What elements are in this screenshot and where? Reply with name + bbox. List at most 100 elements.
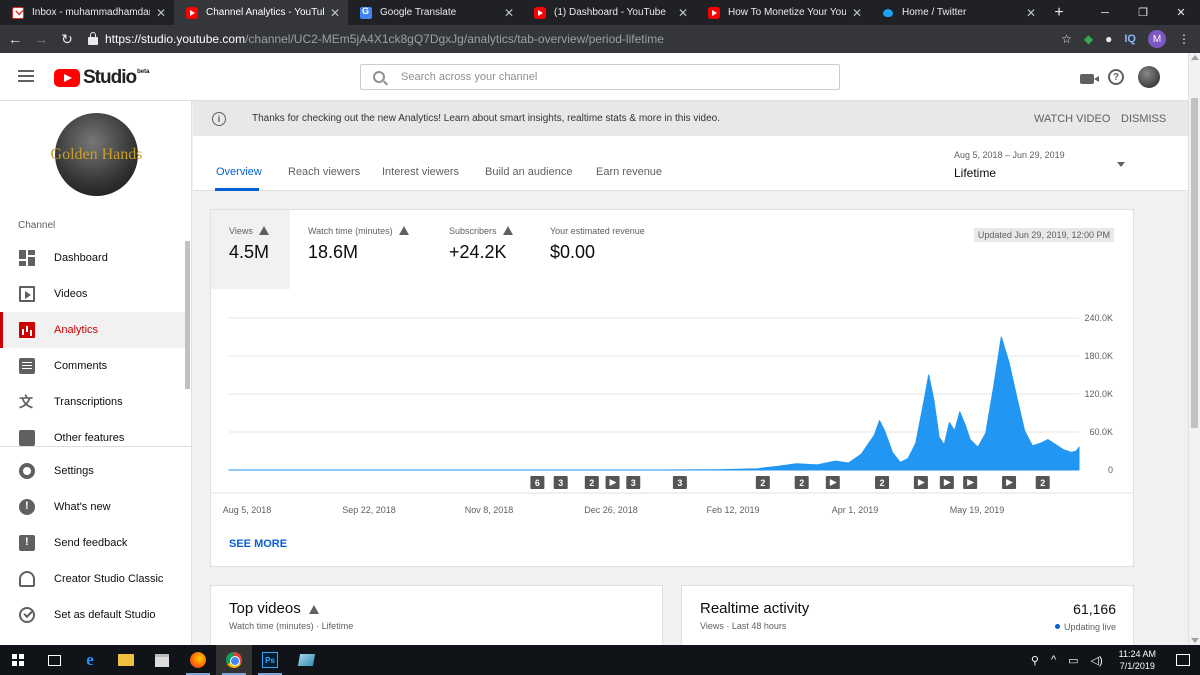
close-tab-icon[interactable]: ✕	[852, 6, 862, 20]
metric-views[interactable]: Views 4.5M	[211, 210, 290, 289]
task-view-button[interactable]	[36, 645, 72, 675]
close-tab-icon[interactable]: ✕	[504, 6, 514, 20]
close-window-button[interactable]: ✕	[1162, 0, 1200, 25]
tab-reach-viewers[interactable]: Reach viewers	[288, 166, 360, 178]
restore-button[interactable]: ❐	[1124, 0, 1162, 25]
search-box[interactable]	[360, 64, 840, 90]
extension-icon[interactable]: ◆	[1084, 32, 1093, 46]
url-field[interactable]: https://studio.youtube.com/channel/UC2-M…	[88, 30, 1088, 48]
iq-extension-icon[interactable]: IQ	[1124, 33, 1136, 45]
browser-tab-gmail[interactable]: Inbox - muhammadhamdanmalik@gmail.com✕	[0, 0, 174, 25]
channel-avatar[interactable]: Golden Hands	[51, 113, 143, 196]
browser-tab-translate[interactable]: Google Translate✕	[348, 0, 522, 25]
studio-header: Studiobeta ?	[0, 53, 1188, 101]
chevron-down-icon[interactable]	[1117, 162, 1125, 167]
y-tick-label: 180.0K	[1084, 351, 1113, 361]
event-marker-count: 2	[760, 478, 765, 488]
tray-chevron-up-icon[interactable]: ^	[1051, 654, 1056, 666]
photoshop-button[interactable]: Ps	[252, 645, 288, 675]
sidebar-item-other-features[interactable]: Other features	[0, 420, 186, 456]
new-tab-button[interactable]: +	[1044, 0, 1074, 25]
scroll-down-arrow-icon[interactable]	[1191, 638, 1199, 643]
sidebar-item-analytics[interactable]: Analytics	[0, 312, 186, 348]
metric-revenue[interactable]: Your estimated revenue $0.00	[532, 210, 672, 289]
sidebar-scrollbar[interactable]	[185, 241, 190, 389]
app-button[interactable]	[288, 645, 324, 675]
watch-video-button[interactable]: WATCH VIDEO	[1034, 113, 1110, 125]
forward-arrow-icon[interactable]: →	[30, 31, 52, 47]
dismiss-button[interactable]: DISMISS	[1121, 113, 1166, 125]
sidebar-section-label: Channel	[18, 220, 56, 231]
tab-interest-viewers[interactable]: Interest viewers	[382, 166, 459, 178]
sidebar-item-whats-new[interactable]: What's new	[0, 489, 186, 525]
volume-icon[interactable]: ◁)	[1091, 654, 1103, 667]
browser-tab-twitter[interactable]: Home / Twitter ✕	[870, 0, 1044, 25]
help-icon[interactable]: ?	[1108, 69, 1124, 85]
minimize-button[interactable]: ─	[1086, 0, 1124, 25]
clock-time: 11:24 AM	[1118, 649, 1156, 659]
whats-new-icon	[19, 499, 35, 515]
upload-video-icon[interactable]	[1080, 73, 1099, 84]
close-tab-icon[interactable]: ✕	[678, 6, 688, 20]
metric-subscribers[interactable]: Subscribers +24.2K	[431, 210, 531, 289]
scrollbar-thumb[interactable]	[1191, 98, 1198, 428]
views-chart[interactable]: 240.0K 180.0K 120.0K 60.0K 0 6 3 2 3 3 2 2 2 2 Aug 5, …	[211, 300, 1133, 520]
clock[interactable]: 11:24 AM 7/1/2019	[1119, 648, 1156, 672]
back-arrow-icon[interactable]: ←	[4, 31, 26, 47]
period-selector[interactable]: Lifetime	[954, 166, 996, 180]
file-explorer-button[interactable]	[108, 645, 144, 675]
reload-icon[interactable]: ↻	[56, 31, 78, 48]
youtube-icon	[186, 6, 198, 19]
sidebar-item-set-default[interactable]: Set as default Studio	[0, 597, 186, 633]
x-tick-label: Nov 8, 2018	[465, 505, 514, 515]
edge-button[interactable]: e	[72, 645, 108, 675]
search-icon	[373, 71, 385, 83]
sidebar-item-send-feedback[interactable]: Send feedback	[0, 525, 186, 561]
browser-menu-icon[interactable]: ⋮	[1178, 32, 1190, 46]
sidebar-item-dashboard[interactable]: Dashboard	[0, 240, 186, 276]
metric-watch-time[interactable]: Watch time (minutes) 18.6M	[290, 210, 430, 289]
page-scrollbar[interactable]	[1188, 53, 1200, 645]
close-tab-icon[interactable]: ✕	[1026, 6, 1036, 20]
globe-icon[interactable]: ●	[1105, 32, 1112, 46]
browser-tab-monetize[interactable]: How To Monetize Your YouTube✕	[696, 0, 870, 25]
updated-timestamp: Updated Jun 29, 2019, 12:00 PM	[973, 228, 1114, 242]
firefox-button[interactable]	[180, 645, 216, 675]
close-tab-icon[interactable]: ✕	[330, 6, 340, 20]
browser-tab-dashboard[interactable]: (1) Dashboard - YouTube ✕	[522, 0, 696, 25]
sidebar-item-comments[interactable]: Comments	[0, 348, 186, 384]
sidebar-item-settings[interactable]: Settings	[0, 453, 186, 489]
profile-avatar[interactable]: M	[1148, 30, 1166, 48]
chrome-button[interactable]	[216, 645, 252, 675]
realtime-subtitle: Views · Last 48 hours	[700, 621, 787, 631]
tab-build-audience[interactable]: Build an audience	[485, 166, 572, 178]
x-tick-label: Aug 5, 2018	[223, 505, 272, 515]
url-host: https://studio.youtube.com	[105, 32, 246, 46]
store-button[interactable]	[144, 645, 180, 675]
warning-icon	[398, 226, 409, 235]
sidebar-item-creator-studio-classic[interactable]: Creator Studio Classic	[0, 561, 186, 597]
see-more-link[interactable]: SEE MORE	[229, 538, 287, 550]
account-avatar[interactable]	[1138, 66, 1160, 88]
sidebar-item-videos[interactable]: Videos	[0, 276, 186, 312]
hamburger-menu-icon[interactable]	[18, 70, 34, 82]
action-center-icon[interactable]	[1176, 654, 1190, 666]
metric-label: Views	[229, 226, 253, 236]
bookmark-star-icon[interactable]: ☆	[1061, 32, 1072, 46]
search-input[interactable]	[401, 71, 801, 83]
transcriptions-icon: 文	[19, 394, 33, 410]
tab-overview[interactable]: Overview	[216, 166, 262, 178]
metric-label: Subscribers	[449, 226, 497, 236]
people-icon[interactable]: ⚲	[1031, 654, 1039, 667]
browser-tab-analytics[interactable]: Channel Analytics - YouTube Studio✕	[174, 0, 348, 25]
warning-icon	[308, 605, 319, 614]
studio-logo[interactable]: Studio beta	[54, 67, 149, 89]
sidebar-item-transcriptions[interactable]: 文 Transcriptions	[0, 384, 186, 420]
address-bar: ← → ↻ https://studio.youtube.com/channel…	[0, 25, 1200, 53]
tab-earn-revenue[interactable]: Earn revenue	[596, 166, 662, 178]
close-tab-icon[interactable]: ✕	[156, 6, 166, 20]
scroll-up-arrow-icon[interactable]	[1191, 55, 1199, 60]
network-icon[interactable]: ▭	[1068, 654, 1078, 667]
firefox-icon	[190, 652, 206, 668]
start-button[interactable]	[0, 645, 36, 675]
